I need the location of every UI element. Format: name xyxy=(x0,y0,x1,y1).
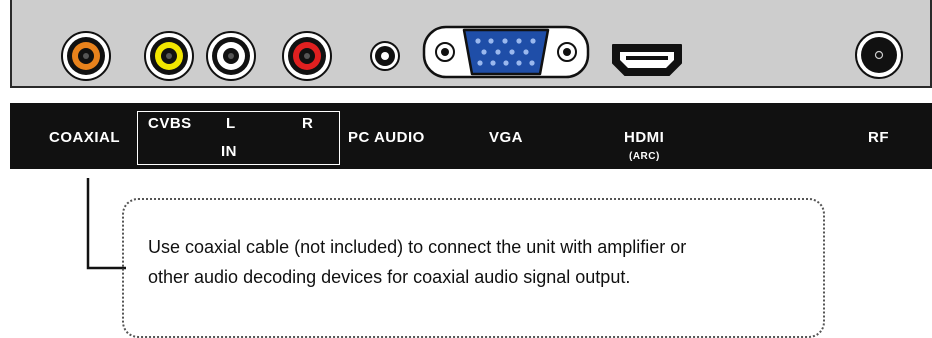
audio-r-label: R xyxy=(302,115,314,132)
coaxial-label: COAXIAL xyxy=(49,129,120,146)
vga-label: VGA xyxy=(489,129,524,146)
cvbs-label: CVBS xyxy=(148,115,192,132)
cvbs-yellow-jack-icon xyxy=(144,31,194,81)
pc-audio-label: PC AUDIO xyxy=(348,129,425,146)
label-bar: COAXIAL CVBS L R IN PC AUDIO VGA HDMI (A… xyxy=(10,103,932,169)
arc-label: (ARC) xyxy=(629,151,660,162)
callout-line-1: Use coaxial cable (not included) to conn… xyxy=(148,237,687,257)
coaxial-jack-icon xyxy=(61,31,111,81)
pc-audio-minijack-icon xyxy=(370,41,400,71)
hdmi-port-icon xyxy=(612,44,682,76)
audio-l-label: L xyxy=(226,115,236,132)
rf-label: RF xyxy=(868,129,889,146)
hdmi-label: HDMI xyxy=(624,129,665,146)
audio-left-white-jack-icon xyxy=(206,31,256,81)
callout-line-2: other audio decoding devices for coaxial… xyxy=(148,267,631,287)
vga-d-sub-icon xyxy=(422,25,590,79)
callout-text: Use coaxial cable (not included) to conn… xyxy=(148,232,818,292)
audio-right-red-jack-icon xyxy=(282,31,332,81)
rf-antenna-jack-icon xyxy=(855,31,903,79)
in-label: IN xyxy=(221,143,237,160)
